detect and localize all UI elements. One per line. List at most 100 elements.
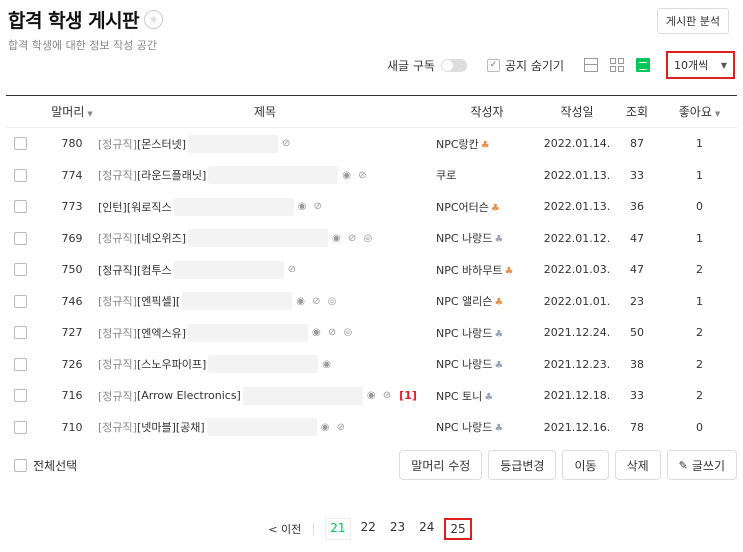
redacted-area xyxy=(188,134,279,153)
hide-notice-label[interactable]: 공지 숨기기 xyxy=(505,57,564,74)
select-all-checkbox[interactable] xyxy=(14,458,27,472)
page-link-24[interactable]: 24 xyxy=(415,518,438,540)
row-title-text[interactable]: [넷마블][공채] xyxy=(137,419,205,435)
row-title[interactable]: [정규직] [엔엑스유] ◉ ⊘ ◎ xyxy=(98,323,432,342)
hide-notice-checkbox[interactable]: ✓ xyxy=(486,58,500,72)
row-checkbox[interactable] xyxy=(13,168,27,182)
select-all[interactable]: 전체선택 xyxy=(6,457,77,474)
redacted-area xyxy=(188,323,309,342)
table-row[interactable]: 726 [정규직] [스노우파이프] ◉ NPC 나랑드 ♣ 2021.12.23… xyxy=(6,349,737,381)
row-author[interactable]: NPC 앨리슨 ♣ xyxy=(432,293,542,309)
row-title[interactable]: [정규직] [넷마블][공채] ◉ ⊘ xyxy=(98,418,432,437)
row-views: 23 xyxy=(630,294,644,308)
row-date: 2022.01.12. xyxy=(543,231,611,245)
page-link-21[interactable]: 21 xyxy=(325,518,351,540)
star-icon[interactable]: ★ xyxy=(144,10,164,29)
row-checkbox[interactable] xyxy=(13,200,27,214)
redacted-area xyxy=(208,355,319,374)
table-row[interactable]: 746 [정규직] [엔픽셀][ ◉ ⊘ ◎ NPC 앨리슨 ♣ 2022.01.… xyxy=(6,286,737,318)
table-row[interactable]: 769 [정규직] [네오위즈] ◉ ⊘ ◎ NPC 나랑드 ♣ 2022.01.… xyxy=(6,223,737,255)
page-link-22[interactable]: 22 xyxy=(357,518,380,540)
row-title-text[interactable]: [인턴][워로직스 xyxy=(98,199,172,215)
row-title[interactable]: [인턴][워로직스 ◉ ⊘ xyxy=(98,197,432,216)
row-author[interactable]: NPC 나랑드 ♣ xyxy=(432,325,542,341)
row-likes: 2 xyxy=(696,389,703,403)
row-author[interactable]: NPC어터슨 ♣ xyxy=(432,199,542,215)
row-author[interactable]: NPC 바하무트 ♣ xyxy=(432,262,542,278)
row-title-text[interactable]: [네오위즈] xyxy=(137,230,186,246)
header-category[interactable]: 말머리 ▼ xyxy=(34,103,98,120)
change-grade-button[interactable]: 등급변경 xyxy=(488,450,557,480)
row-checkbox[interactable] xyxy=(13,263,27,277)
write-button[interactable]: ✎ 글쓰기 xyxy=(666,450,737,480)
row-likes: 1 xyxy=(696,137,703,151)
board-description: 합격 학생에 대한 정보 작성 공간 xyxy=(8,39,158,52)
row-author[interactable]: NPC 나랑드 ♣ xyxy=(432,419,542,435)
move-button[interactable]: 이동 xyxy=(562,450,609,480)
row-checkbox[interactable] xyxy=(13,420,27,434)
row-number: 746 xyxy=(61,294,83,308)
row-author[interactable]: NPC 나랑드 ♣ xyxy=(432,230,542,246)
member-grade-icon: ♣ xyxy=(494,360,504,372)
table-row[interactable]: 710 [정규직] [넷마블][공채] ◉ ⊘ NPC 나랑드 ♣ 2021.12… xyxy=(6,412,737,444)
row-author[interactable]: NPC 토니 ♣ xyxy=(432,388,542,404)
row-title[interactable]: [정규직] [스노우파이프] ◉ xyxy=(98,355,432,374)
attachment-icons: ◉ ⊘ xyxy=(320,421,348,433)
row-title[interactable]: [정규직][컴투스 ⊘ xyxy=(98,260,432,279)
card-view-icon[interactable] xyxy=(584,58,598,72)
row-checkbox[interactable] xyxy=(13,389,27,403)
row-title[interactable]: [정규직] [엔픽셀][ ◉ ⊘ ◎ xyxy=(98,292,432,311)
row-title-text[interactable]: [엔픽셀][ xyxy=(137,293,180,309)
album-view-icon[interactable] xyxy=(610,58,624,72)
delete-button[interactable]: 삭제 xyxy=(614,450,661,480)
table-row[interactable]: 716 [정규직] [Arrow Electronics] ◉ ⊘ [1] NP… xyxy=(6,380,737,412)
row-date: 2021.12.23. xyxy=(543,357,611,371)
member-grade-icon: ♣ xyxy=(484,391,494,403)
table-row[interactable]: 780 [정규직] [몬스터넷] ⊘ NPC랑칸 ♣ 2022.01.14. 87… xyxy=(6,128,737,160)
row-title-text[interactable]: [Arrow Electronics] xyxy=(137,389,241,402)
table-row[interactable]: 774 [정규직] [라운드플래닛] ◉ ⊘ 쿠로 2022.01.13. 33… xyxy=(6,160,737,192)
page-link-25[interactable]: 25 xyxy=(444,518,472,540)
row-title-text[interactable]: [몬스터넷] xyxy=(137,136,186,152)
comment-count[interactable]: [1] xyxy=(399,389,417,402)
row-title-text[interactable]: [스노우파이프] xyxy=(137,356,206,372)
table-header: 말머리 ▼ 제목 작성자 작성일 조회 좋아요 ▼ xyxy=(6,96,737,128)
pagination: < 이전 21 22 23 24 25 xyxy=(0,518,743,540)
row-checkbox[interactable] xyxy=(13,326,27,340)
table-row[interactable]: 773 [인턴][워로직스 ◉ ⊘ NPC어터슨 ♣ 2022.01.13. 36… xyxy=(6,191,737,223)
row-title-text[interactable]: [라운드플래닛] xyxy=(137,167,206,183)
row-checkbox[interactable] xyxy=(13,357,27,371)
row-title-text[interactable]: [엔엑스유] xyxy=(137,325,186,341)
table-row[interactable]: 727 [정규직] [엔엑스유] ◉ ⊘ ◎ NPC 나랑드 ♣ 2021.12.… xyxy=(6,317,737,349)
list-view-icon[interactable] xyxy=(636,58,650,72)
row-title[interactable]: [정규직] [몬스터넷] ⊘ xyxy=(98,134,432,153)
select-all-label[interactable]: 전체선택 xyxy=(33,457,77,474)
row-author[interactable]: 쿠로 xyxy=(432,167,542,183)
row-check-cell xyxy=(6,137,34,151)
row-check-cell xyxy=(6,420,34,434)
row-views: 33 xyxy=(630,389,644,403)
board-analyze-button[interactable]: 게시판 분석 xyxy=(656,8,729,34)
row-checkbox[interactable] xyxy=(13,137,27,151)
row-views: 33 xyxy=(630,168,644,182)
header-likes[interactable]: 좋아요 ▼ xyxy=(662,103,737,120)
subscribe-toggle[interactable] xyxy=(440,58,467,72)
row-author[interactable]: NPC 나랑드 ♣ xyxy=(432,356,542,372)
row-date: 2022.01.13. xyxy=(543,200,611,214)
row-title[interactable]: [정규직] [네오위즈] ◉ ⊘ ◎ xyxy=(98,229,432,248)
row-check-cell xyxy=(6,263,34,277)
row-title-text[interactable]: [정규직][컴투스 xyxy=(98,262,172,278)
row-author[interactable]: NPC랑칸 ♣ xyxy=(432,136,542,152)
row-title[interactable]: [정규직] [Arrow Electronics] ◉ ⊘ [1] xyxy=(98,386,432,405)
row-category: [정규직] xyxy=(98,232,137,246)
row-checkbox[interactable] xyxy=(13,231,27,245)
per-page-select[interactable]: 10개씩 ▼ xyxy=(666,51,735,79)
row-title[interactable]: [정규직] [라운드플래닛] ◉ ⊘ xyxy=(98,166,432,185)
edit-category-button[interactable]: 말머리 수정 xyxy=(399,450,483,480)
attachment-icons: ◉ ⊘ ◎ xyxy=(296,295,339,307)
page-link-23[interactable]: 23 xyxy=(386,518,409,540)
header-author: 작성자 xyxy=(470,105,504,119)
row-checkbox[interactable] xyxy=(13,294,27,308)
table-row[interactable]: 750 [정규직][컴투스 ⊘ NPC 바하무트 ♣ 2022.01.03. 47… xyxy=(6,254,737,286)
prev-page-link[interactable]: < 이전 xyxy=(268,521,301,537)
